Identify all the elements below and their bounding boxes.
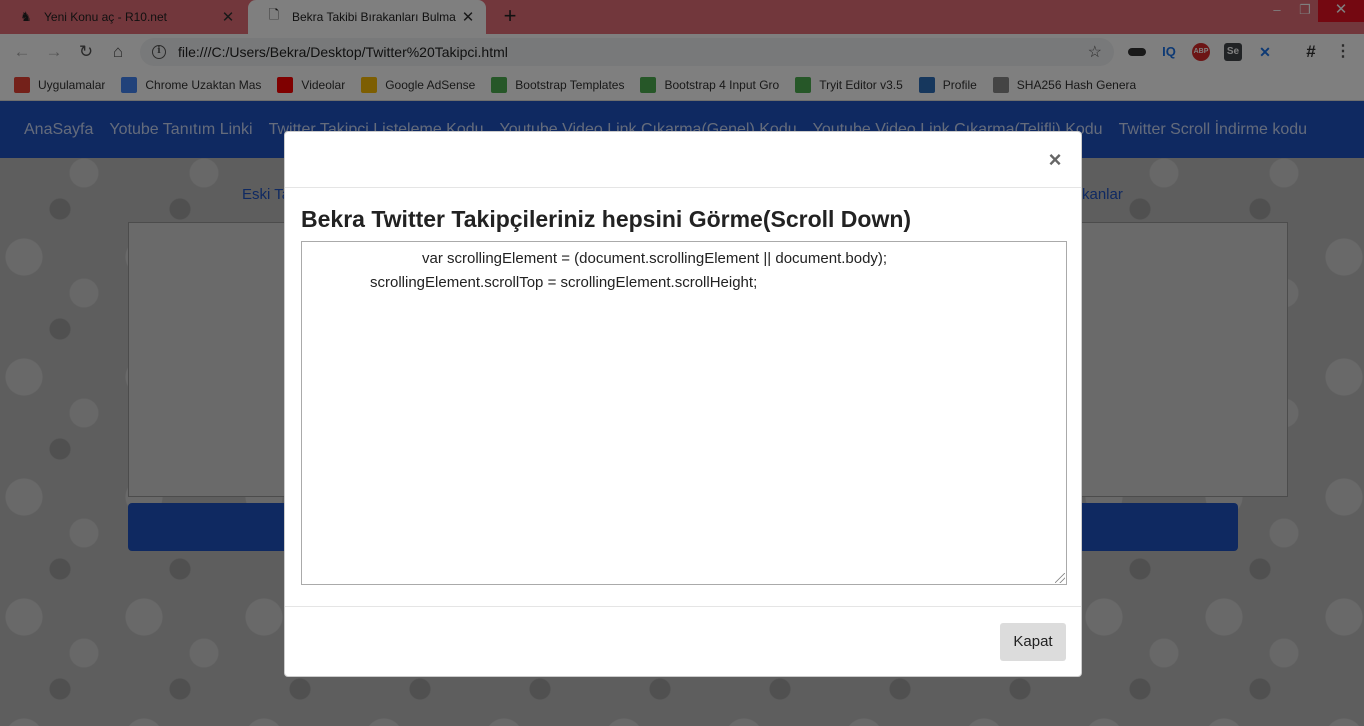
modal-dialog: × Bekra Twitter Takipçileriniz hepsini G… — [284, 131, 1082, 677]
code-line: scrollingElement.scrollTop = scrollingEl… — [370, 274, 758, 291]
kapat-button[interactable]: Kapat — [1000, 623, 1066, 661]
resize-grip-icon[interactable] — [1055, 573, 1065, 583]
modal-header: × — [285, 132, 1081, 188]
code-line: var scrollingElement = (document.scrolli… — [422, 250, 888, 267]
modal-close-icon[interactable]: × — [1045, 148, 1065, 172]
modal-footer — [285, 606, 1081, 676]
code-textarea[interactable]: var scrollingElement = (document.scrolli… — [301, 241, 1067, 585]
modal-title: Bekra Twitter Takipçileriniz hepsini Gör… — [301, 206, 912, 232]
